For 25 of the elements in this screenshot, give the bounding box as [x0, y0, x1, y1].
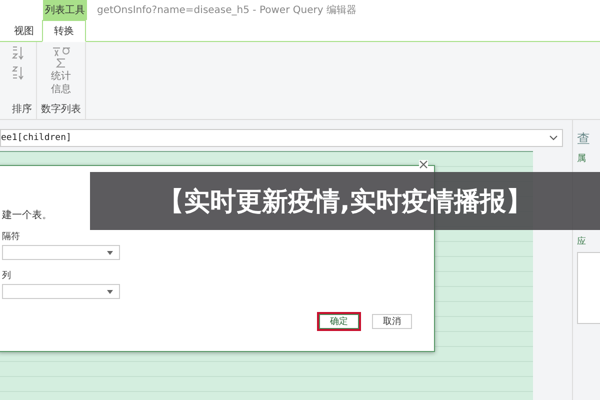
- dropdown-field[interactable]: [2, 245, 120, 260]
- chevron-down-icon[interactable]: [549, 135, 558, 141]
- ribbon-tab[interactable]: 视图: [6, 20, 42, 41]
- field-label: 隔符: [2, 230, 20, 243]
- ribbon-tab[interactable]: 转换: [42, 20, 86, 42]
- dropdown-arrow-icon: [107, 250, 113, 254]
- window-title: getOnsInfo?name=disease_h5 - Power Query 编辑器: [97, 4, 356, 18]
- dialog-button[interactable]: 取消: [372, 314, 412, 329]
- dialog-button[interactable]: 确定: [319, 314, 359, 329]
- sort-descending-icon[interactable]: [12, 66, 24, 80]
- field-label: 列: [2, 270, 11, 282]
- section-header[interactable]: 应: [577, 235, 600, 248]
- group-label: 数字列表: [41, 102, 81, 117]
- close-icon[interactable]: [419, 160, 428, 169]
- panel-title: 查: [577, 131, 591, 148]
- contextual-tab-label: 列表工具: [43, 0, 87, 20]
- section-header[interactable]: 属: [577, 152, 600, 165]
- sort-ascending-icon[interactable]: [12, 46, 24, 60]
- statistics-button[interactable]: 统计 信息: [41, 46, 81, 102]
- group-label: 排序: [12, 102, 32, 117]
- dropdown-arrow-icon: [107, 290, 113, 294]
- formula-bar[interactable]: ee1[children]: [0, 129, 563, 147]
- headline-banner: 【实时更新疫情,实时疫情播报】: [90, 172, 600, 230]
- sigma-icon: [51, 46, 71, 70]
- dropdown-field[interactable]: [2, 284, 120, 299]
